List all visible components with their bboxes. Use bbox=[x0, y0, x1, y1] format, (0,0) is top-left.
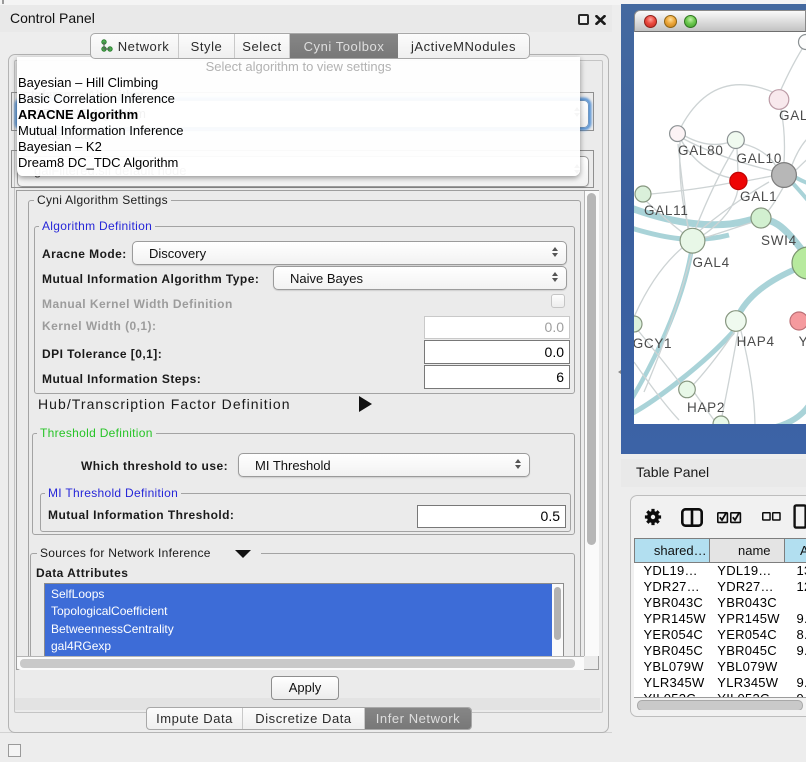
svg-text:GAL11: GAL11 bbox=[644, 203, 689, 218]
svg-text:SWI4: SWI4 bbox=[761, 233, 797, 248]
svg-text:GAL7: GAL7 bbox=[779, 108, 806, 123]
svg-text:HAP4: HAP4 bbox=[737, 334, 775, 349]
svg-text:GAL10: GAL10 bbox=[737, 151, 783, 166]
svg-text:GAL80: GAL80 bbox=[678, 143, 724, 158]
svg-text:Y: Y bbox=[799, 334, 806, 349]
svg-text:GAL1: GAL1 bbox=[740, 189, 777, 204]
svg-text:GCY1: GCY1 bbox=[634, 336, 672, 351]
svg-text:GAL4: GAL4 bbox=[693, 255, 730, 270]
svg-text:HAP2: HAP2 bbox=[687, 400, 725, 415]
